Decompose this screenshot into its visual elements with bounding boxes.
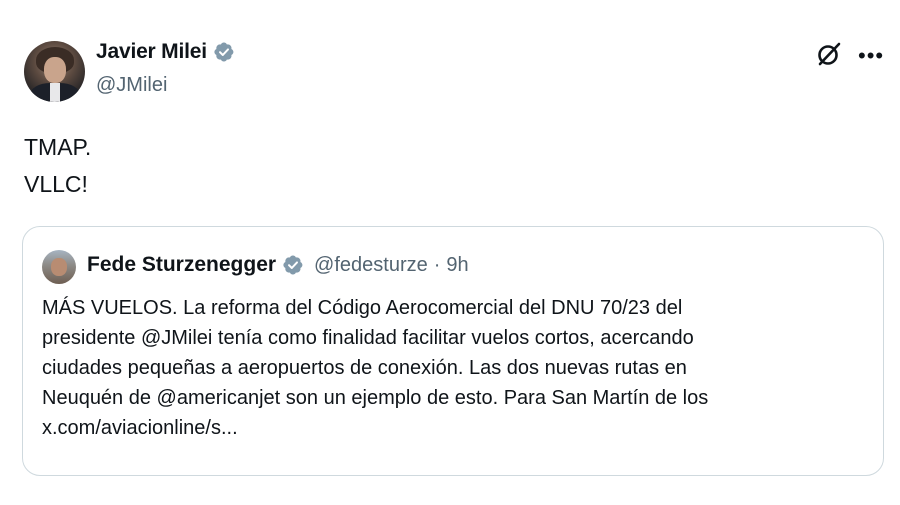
quoted-author-handle[interactable]: @fedesturze (314, 254, 428, 277)
quoted-post-timestamp[interactable]: 9h (446, 254, 468, 277)
verified-badge-icon (214, 42, 234, 62)
quoted-author-avatar[interactable] (42, 250, 76, 284)
quoted-text-link[interactable]: x.com/aviacionline/s... (42, 413, 872, 443)
post-text-line: VLLC! (24, 171, 88, 197)
author-handle[interactable]: @JMilei (96, 74, 167, 97)
quoted-author-display-name[interactable]: Fede Sturzenegger (87, 253, 276, 277)
quoted-post-header: Fede Sturzenegger @fedesturze · 9h (87, 253, 469, 277)
post-text-line: TMAP. (24, 134, 92, 160)
author-name-row: Javier Milei (96, 40, 235, 64)
quoted-text-line: presidente @JMilei tenía como finalidad … (42, 327, 694, 349)
more-icon[interactable]: ••• (858, 45, 884, 67)
post-text: TMAP. VLLC! (24, 129, 91, 203)
quoted-text-line: MÁS VUELOS. La reforma del Código Aeroco… (42, 297, 683, 319)
quoted-text-line: Neuquén de @americanjet son un ejemplo d… (42, 387, 709, 409)
author-avatar[interactable] (24, 41, 85, 102)
separator-dot: · (433, 253, 441, 276)
grok-icon[interactable] (815, 40, 843, 68)
author-display-name[interactable]: Javier Milei (96, 40, 207, 64)
quoted-text-line: ciudades pequeñas a aeropuertos de conex… (42, 357, 687, 379)
verified-badge-icon (283, 255, 303, 275)
quoted-post[interactable]: Fede Sturzenegger @fedesturze · 9h MÁS V… (22, 226, 884, 476)
quoted-post-text: MÁS VUELOS. La reforma del Código Aeroco… (42, 293, 872, 443)
